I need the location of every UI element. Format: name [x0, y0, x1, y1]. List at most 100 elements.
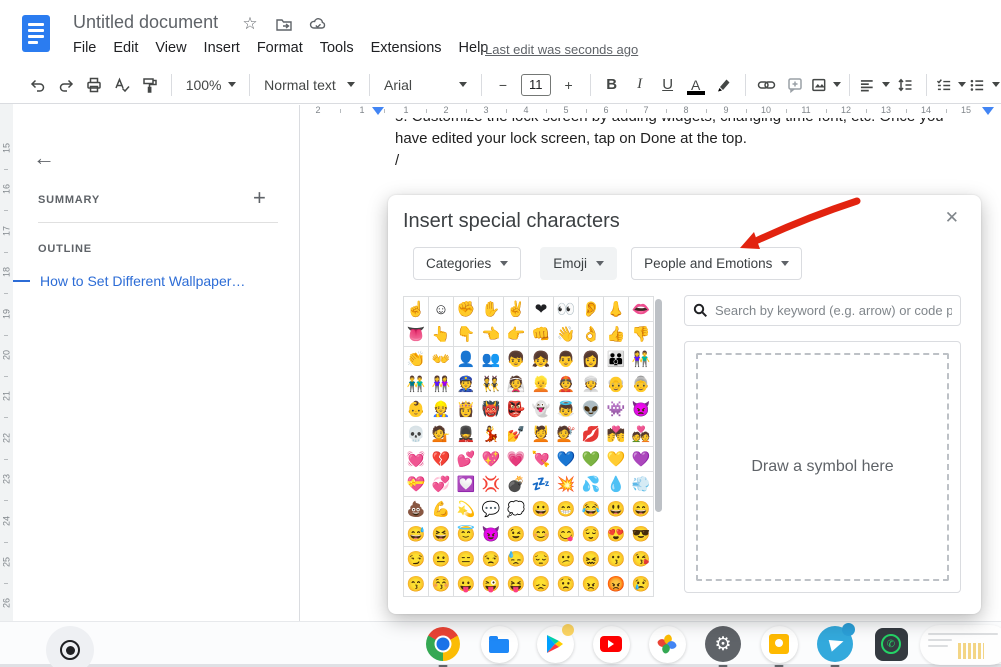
emoji-cell[interactable]: 💦 [579, 472, 603, 496]
font-select[interactable]: Arial [378, 72, 473, 98]
emoji-cell[interactable]: 👋 [554, 322, 578, 346]
emoji-cell[interactable]: 💬 [479, 497, 503, 521]
emoji-cell[interactable]: 💀 [404, 422, 428, 446]
emoji-cell[interactable]: ✌ [504, 297, 528, 321]
zoom-select[interactable]: 100% [180, 72, 241, 98]
emoji-cell[interactable]: 💭 [504, 497, 528, 521]
emoji-cell[interactable]: 💫 [454, 497, 478, 521]
menu-tools[interactable]: Tools [320, 40, 354, 56]
docs-logo-icon[interactable] [22, 15, 50, 52]
emoji-cell[interactable]: 👴 [604, 372, 628, 396]
emoji-cell[interactable]: 😃 [604, 497, 628, 521]
emoji-cell[interactable]: 💂 [454, 422, 478, 446]
spell-check-button[interactable] [109, 72, 135, 98]
menu-insert[interactable]: Insert [204, 40, 240, 56]
emoji-cell[interactable]: 💘 [529, 447, 553, 471]
taskbar-app-photos[interactable] [647, 624, 687, 664]
emoji-cell[interactable]: 👷 [429, 397, 453, 421]
emoji-cell[interactable]: 😂 [579, 497, 603, 521]
emoji-cell[interactable]: 💕 [454, 447, 478, 471]
paragraph-style-select[interactable]: Normal text [258, 72, 361, 98]
italic-button[interactable]: I [627, 72, 653, 98]
emoji-cell[interactable]: 😚 [429, 572, 453, 596]
emoji-cell[interactable]: 👽 [579, 397, 603, 421]
emoji-cell[interactable]: 👳 [579, 372, 603, 396]
taskbar-app-play-store[interactable] [535, 624, 575, 664]
add-comment-button[interactable] [782, 72, 808, 98]
emoji-cell[interactable]: 💝 [404, 472, 428, 496]
emoji-cell[interactable]: 👲 [554, 372, 578, 396]
emoji-cell[interactable]: 😍 [604, 522, 628, 546]
taskbar-app-youtube[interactable] [591, 624, 631, 664]
emoji-cell[interactable]: 😑 [454, 547, 478, 571]
emoji-cell[interactable]: 😇 [454, 522, 478, 546]
emoji-cell[interactable]: 👾 [604, 397, 628, 421]
emoji-cell[interactable]: 😛 [454, 572, 478, 596]
checklist-button[interactable] [935, 72, 967, 98]
insert-link-button[interactable] [754, 72, 780, 98]
emoji-cell[interactable]: 👪 [604, 347, 628, 371]
emoji-cell[interactable]: 😎 [629, 522, 653, 546]
emoji-cell[interactable]: ☺ [429, 297, 453, 321]
paint-format-button[interactable] [137, 72, 163, 98]
emoji-cell[interactable]: 👉 [504, 322, 528, 346]
emoji-grid-scrollbar[interactable] [654, 296, 663, 595]
emoji-cell[interactable]: 👧 [529, 347, 553, 371]
emoji-cell[interactable]: 😏 [404, 547, 428, 571]
insert-image-button[interactable] [810, 72, 842, 98]
emoji-cell[interactable]: 👦 [504, 347, 528, 371]
emoji-cell[interactable]: 💚 [579, 447, 603, 471]
draw-symbol-canvas[interactable]: Draw a symbol here [696, 353, 949, 581]
emoji-cell[interactable]: 👩 [579, 347, 603, 371]
dropdown-people-and-emotions[interactable]: People and Emotions [631, 247, 802, 280]
emoji-cell[interactable]: 💏 [604, 422, 628, 446]
taskbar-app-settings[interactable]: ⚙ [703, 624, 743, 664]
taskbar-app-keep[interactable] [759, 624, 799, 664]
emoji-cell[interactable]: ✋ [479, 297, 503, 321]
emoji-cell[interactable]: 👰 [504, 372, 528, 396]
emoji-cell[interactable]: 👄 [629, 297, 653, 321]
menu-file[interactable]: File [73, 40, 96, 56]
emoji-cell[interactable]: 💥 [554, 472, 578, 496]
scrollbar-thumb[interactable] [655, 299, 662, 512]
emoji-cell[interactable]: 💟 [454, 472, 478, 496]
emoji-cell[interactable]: 😖 [579, 547, 603, 571]
emoji-cell[interactable]: 👈 [479, 322, 503, 346]
right-indent-marker[interactable] [982, 107, 994, 115]
emoji-cell[interactable]: 😊 [529, 522, 553, 546]
align-button[interactable] [858, 72, 890, 98]
star-icon[interactable]: ☆ [240, 14, 260, 34]
print-button[interactable] [81, 72, 107, 98]
emoji-cell[interactable]: 👌 [579, 322, 603, 346]
dropdown-categories[interactable]: Categories [413, 247, 521, 280]
emoji-cell[interactable]: 😔 [529, 547, 553, 571]
emoji-cell[interactable]: 💨 [629, 472, 653, 496]
document-text-line[interactable]: have edited your lock screen, tap on Don… [395, 129, 985, 149]
emoji-cell[interactable]: 😢 [629, 572, 653, 596]
emoji-cell[interactable]: 💣 [504, 472, 528, 496]
emoji-cell[interactable]: 😜 [479, 572, 503, 596]
screenshot-preview[interactable] [920, 625, 1001, 665]
emoji-cell[interactable]: 💛 [604, 447, 628, 471]
emoji-cell[interactable]: 👿 [629, 397, 653, 421]
emoji-cell[interactable]: 💇 [554, 422, 578, 446]
emoji-cell[interactable]: 💞 [429, 472, 453, 496]
decrease-font-size-button[interactable]: − [490, 72, 516, 98]
emoji-cell[interactable]: 💗 [504, 447, 528, 471]
emoji-cell[interactable]: 👨 [554, 347, 578, 371]
emoji-cell[interactable]: 👫 [629, 347, 653, 371]
emoji-cell[interactable]: 😟 [554, 572, 578, 596]
emoji-cell[interactable]: 👸 [454, 397, 478, 421]
emoji-cell[interactable]: ✊ [454, 297, 478, 321]
emoji-cell[interactable]: 👊 [529, 322, 553, 346]
emoji-cell[interactable]: 😓 [504, 547, 528, 571]
emoji-cell[interactable]: 😌 [579, 522, 603, 546]
emoji-cell[interactable]: 👀 [554, 297, 578, 321]
emoji-cell[interactable]: 😐 [429, 547, 453, 571]
undo-button[interactable] [25, 72, 51, 98]
emoji-cell[interactable]: 👭 [429, 372, 453, 396]
emoji-cell[interactable]: 😋 [554, 522, 578, 546]
emoji-cell[interactable]: 👃 [604, 297, 628, 321]
emoji-cell[interactable]: 💆 [529, 422, 553, 446]
menu-extensions[interactable]: Extensions [371, 40, 442, 56]
